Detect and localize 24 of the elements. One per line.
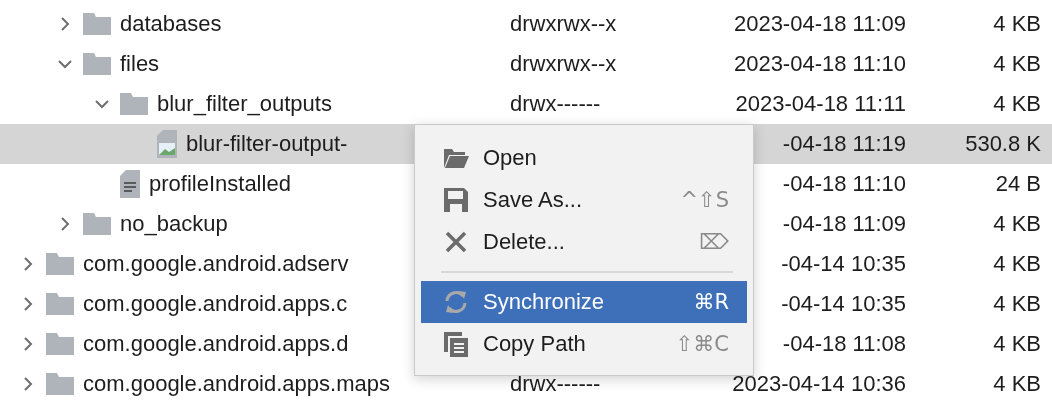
file-size: 4 KB [993,211,1041,236]
permissions: drwxrwx--x [510,51,617,76]
file-size: 24 B [995,171,1041,196]
modified-date: -04-18 11:09 [782,211,906,236]
permissions: drwx------ [510,91,601,116]
file-size: 4 KB [993,291,1041,316]
permissions: drwx------ [510,371,601,396]
modified-date: -04-14 10:35 [781,251,906,276]
modified-date: 2023-04-18 11:11 [735,91,906,116]
modified-date: 2023-04-18 11:09 [733,11,906,36]
file-size: 4 KB [993,51,1041,76]
file-size: 4 KB [993,11,1041,36]
modified-date: -04-18 11:10 [782,171,906,196]
modified-date: -04-14 10:35 [781,291,906,316]
file-size: 530.8 K [965,131,1041,156]
file-size: 4 KB [993,251,1041,276]
file-size: 4 KB [993,371,1041,396]
modified-date: 2023-04-14 10:36 [732,371,906,396]
file-size: 4 KB [993,91,1041,116]
modified-date: -04-18 11:19 [782,131,906,156]
modified-date: -04-18 11:08 [782,331,906,356]
file-size: 4 KB [993,331,1041,356]
permissions: drwxrwx--x [510,11,617,36]
modified-date: 2023-04-18 11:10 [733,51,906,76]
